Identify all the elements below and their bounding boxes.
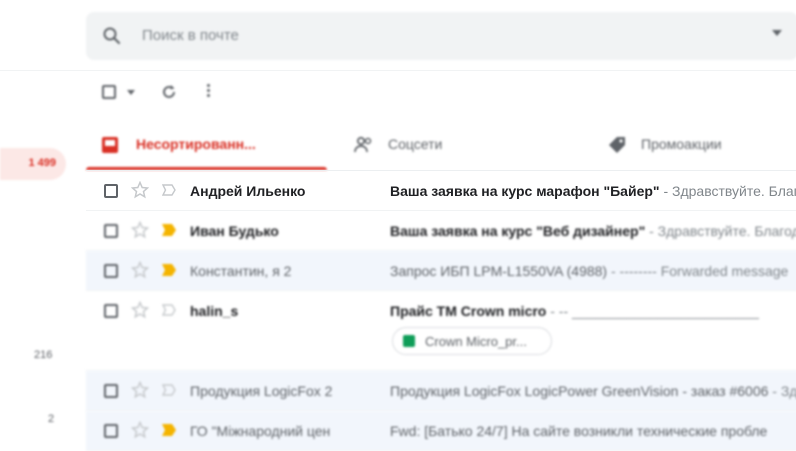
refresh-icon[interactable] [160,83,178,101]
email-snippet: - Здравствуйте. Благод [645,223,796,239]
email-sender: Андрей Ильенко [190,183,306,199]
row-checkbox[interactable] [104,304,118,318]
email-subject: Продукция LogicFox LogicPower GreenVisio… [390,383,769,399]
email-sender: halin_s [190,303,239,319]
inbox-icon [102,137,118,153]
tab-social[interactable]: Соцсети [338,120,588,170]
tab-label: Промоакции [641,136,722,152]
inbox-unread-count: 1 499 [28,157,56,169]
email-subject-line: Прайс TM Crown micro - -- ______________… [390,303,796,319]
tag-icon [609,137,625,153]
email-subject-line: Запрос ИБП LPM-L1550VA (4988) - --------… [390,263,796,279]
email-subject: Ваша заявка на курс марафон "Байер" [390,183,660,199]
email-subject-line: Ваша заявка на курс марафон "Байер" - Зд… [390,183,796,199]
search-input[interactable] [140,26,704,45]
tab-primary[interactable]: Несортированн... [86,120,327,170]
email-subject-line: Продукция LogicFox LogicPower GreenVisio… [390,383,796,399]
more-vert-icon[interactable] [205,82,211,102]
tab-label: Соцсети [388,136,443,152]
inbox-nav-item[interactable]: 1 499 [0,148,66,180]
star-icon[interactable] [131,261,149,279]
left-navigation: 1 499 216 2 [0,0,84,446]
importance-marker-icon[interactable] [162,264,176,276]
importance-marker-icon[interactable] [162,424,176,436]
email-row[interactable]: ГО "Міжнародний цен Fwd: [Батько 24/7] На… [86,411,796,451]
spreadsheet-icon [403,335,415,347]
tab-label: Несортированн... [136,136,256,152]
tab-promotions[interactable]: Промоакции [596,120,796,170]
nav-count: 216 [34,349,53,361]
toolbar [86,76,786,108]
importance-marker-icon[interactable] [162,184,176,196]
star-icon[interactable] [131,181,149,199]
email-sender: Константин, я 2 [190,263,292,279]
search-bar[interactable] [86,12,796,60]
nav-count: 2 [48,413,55,425]
email-subject: Запрос ИБП LPM-L1550VA (4988) [390,263,608,279]
people-icon [354,136,372,153]
row-checkbox[interactable] [104,184,118,198]
email-snippet: - -------- Forwarded message [607,263,789,279]
row-checkbox[interactable] [104,264,118,278]
email-subject-line: Ваша заявка на курс "Веб дизайнер" - Здр… [390,223,796,239]
email-sender: Иван Будько [190,223,279,239]
email-row[interactable]: Иван Будько Ваша заявка на курс "Веб диза… [86,211,796,251]
select-chevron-down-icon[interactable] [127,90,135,95]
email-subject: Fwd: [Батько 24/7] На сайте возникли тех… [390,423,768,439]
importance-marker-icon[interactable] [162,384,176,396]
search-icon[interactable] [102,26,122,46]
importance-marker-icon[interactable] [162,224,176,236]
star-icon[interactable] [131,301,149,319]
email-subject-line: Fwd: [Батько 24/7] На сайте возникли тех… [390,423,796,439]
row-checkbox[interactable] [104,224,118,238]
category-tabs: Несортированн... Соцсети Промоакции [86,120,796,170]
row-checkbox[interactable] [104,384,118,398]
email-snippet: - Здравствуйте. Благо [659,183,796,199]
star-icon[interactable] [131,421,149,439]
email-subject: Ваша заявка на курс "Веб дизайнер" [390,223,646,239]
star-icon[interactable] [131,221,149,239]
email-snippet: - -- ________________________ [546,303,759,319]
attachment-chip[interactable]: Crown Micro_pr... [392,327,552,355]
email-snippet: - Зд [768,383,796,399]
select-all-checkbox[interactable] [102,85,116,99]
header-divider [0,70,796,71]
email-subject: Прайс TM Crown micro [390,303,547,319]
star-icon[interactable] [131,381,149,399]
email-row[interactable]: halin_s Прайс TM Crown micro - -- _______… [86,291,796,371]
email-row[interactable]: Андрей Ильенко Ваша заявка на курс марафо… [86,171,796,211]
importance-marker-icon[interactable] [162,304,176,316]
search-options-chevron-icon[interactable] [772,30,782,36]
attachment-name: Crown Micro_pr... [425,334,527,349]
email-sender: Продукция LogicFox 2 [190,383,333,399]
email-row[interactable]: Продукция LogicFox 2 Продукция LogicFox L… [86,371,796,411]
email-row[interactable]: Константин, я 2 Запрос ИБП LPM-L1550VA (4… [86,251,796,291]
email-sender: ГО "Міжнародний цен [190,423,331,439]
row-checkbox[interactable] [104,424,118,438]
